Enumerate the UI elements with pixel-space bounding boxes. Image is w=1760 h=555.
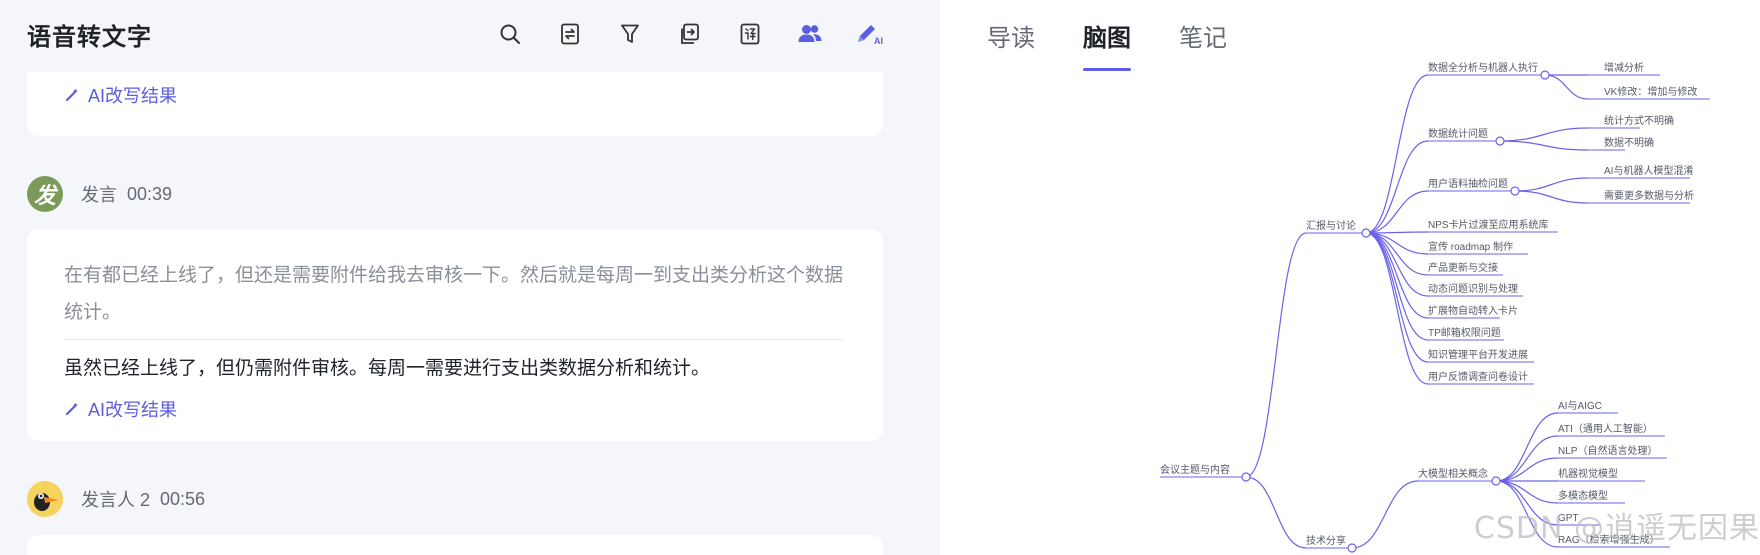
mindmap-topic[interactable]: 大模型相关概念	[1418, 467, 1488, 480]
mindmap-link	[1495, 412, 1559, 482]
search-button[interactable]	[480, 14, 540, 54]
mindmap-subtopic[interactable]: 数据不明确	[1604, 136, 1654, 149]
ai-rewrite-label: AI改写结果	[88, 400, 178, 420]
mindmap-topic[interactable]: 数据全分析与机器人执行	[1428, 61, 1538, 74]
export-button[interactable]	[660, 14, 720, 54]
mindmap-branch[interactable]: 技术分享	[1306, 534, 1346, 547]
mindmap-subtopic[interactable]: RAG（检索增强生成）	[1558, 533, 1660, 546]
filter-icon	[621, 24, 639, 43]
tab-notes[interactable]: 笔记	[1179, 18, 1227, 71]
mindmap-subtopic[interactable]: AI与机器人模型混淆	[1604, 164, 1693, 177]
mindmap-node[interactable]	[1495, 136, 1505, 146]
swap-button[interactable]	[540, 14, 600, 54]
mindmap-node[interactable]	[1361, 228, 1371, 238]
export-icon	[681, 23, 699, 44]
transcript-card: 在有都已经上线了，但还是需要附件给我去审核一下。然后就是每周一到支出类分析这个数…	[27, 229, 883, 441]
summary-panel: 会议主题与内容 汇报与讨论 数据全分析与机器人执行 数据统计问题用户语料抽检问题 NPS…	[940, 0, 1760, 555]
mindmap-link	[1365, 232, 1429, 341]
transcript-card	[27, 535, 883, 555]
mindmap-link	[1245, 476, 1307, 549]
mindmap-node[interactable]	[1241, 472, 1251, 482]
mindmap-topic[interactable]: 数据统计问题	[1428, 127, 1488, 140]
tab-guide[interactable]: 导读	[987, 18, 1035, 71]
magic-wand-icon	[65, 402, 78, 416]
translate-button[interactable]	[720, 14, 780, 54]
mindmap-subtopic[interactable]: 增减分析	[1604, 61, 1644, 74]
transcript-panel: AI改写结果 发 发言 00:39 在有都已经上线了，但还是需要附件给我去审核一…	[0, 0, 940, 555]
mindmap-link	[1495, 480, 1559, 504]
rewritten-text: 虽然已经上线了，但仍需附件审核。每周一需要进行支出类数据分析和统计。	[64, 358, 711, 379]
divider	[64, 339, 844, 340]
mindmap-link	[1499, 127, 1589, 142]
app-title: 语音转文字	[27, 24, 152, 51]
mindmap-link	[1365, 232, 1429, 385]
mindmap-node[interactable]	[1510, 186, 1520, 196]
avatar[interactable]	[27, 481, 63, 517]
timestamp[interactable]: 00:56	[160, 489, 205, 510]
mindmap-root[interactable]: 会议主题与内容	[1160, 463, 1230, 476]
mindmap-subtopic[interactable]: ATI（通用人工智能）	[1558, 422, 1653, 435]
toucan-avatar-icon	[27, 481, 63, 517]
view-tabs: 导读 脑图 笔记	[987, 18, 1227, 71]
mindmap-topic[interactable]: 用户语料抽检问题	[1428, 177, 1508, 190]
mindmap-link	[1365, 232, 1429, 363]
mindmap-link	[1351, 480, 1419, 549]
mindmap-link	[1365, 232, 1429, 276]
search-icon	[500, 24, 520, 44]
svg-text:AI: AI	[874, 36, 883, 46]
speaker-row: 发 发言 00:39	[27, 176, 172, 212]
speaker-row: 发言人 2 00:56	[27, 481, 205, 517]
ai-pen-button[interactable]: AI	[840, 14, 900, 54]
ai-rewrite-link[interactable]: AI改写结果	[64, 396, 177, 422]
ai-rewrite-label: AI改写结果	[88, 86, 178, 106]
mindmap-subtopic[interactable]: AI与AIGC	[1558, 400, 1602, 412]
mindmap-link	[1514, 190, 1589, 204]
speakers-button[interactable]	[780, 14, 840, 54]
magic-wand-icon	[65, 88, 78, 102]
mindmap-node[interactable]	[1540, 70, 1550, 80]
mindmap-link	[1514, 177, 1589, 192]
ai-rewrite-link[interactable]: AI改写结果	[64, 82, 177, 108]
header: 语音转文字 AI	[0, 0, 940, 72]
speakers-icon	[798, 25, 822, 42]
mindmap-subtopic[interactable]: NLP（自然语言处理）	[1558, 444, 1657, 457]
avatar[interactable]: 发	[27, 176, 63, 212]
mindmap-subtopic[interactable]: 需要更多数据与分析	[1604, 189, 1694, 202]
mindmap-subtopic[interactable]: GPT	[1558, 513, 1579, 524]
mindmap-topic[interactable]: 动态问题识别与处理	[1428, 282, 1518, 295]
mindmap-subtopic[interactable]: 机器视觉模型	[1558, 467, 1618, 480]
mindmap-topic[interactable]: TP邮箱权限问题	[1428, 326, 1501, 339]
mindmap-link	[1499, 140, 1589, 151]
mindmap-subtopic[interactable]: 多模态模型	[1558, 489, 1608, 502]
mindmap-node[interactable]	[1347, 543, 1357, 553]
ai-pen-icon: AI	[858, 25, 883, 46]
mindmap-subtopic[interactable]: VK修改：增加与修改	[1604, 85, 1697, 98]
tab-mindmap[interactable]: 脑图	[1083, 18, 1131, 71]
mindmap-topic[interactable]: 产品更新与交接	[1428, 261, 1498, 274]
mindmap-link	[1495, 480, 1559, 548]
mindmap-topic[interactable]: 用户反馈调查问卷设计	[1428, 370, 1528, 383]
mindmap-topic[interactable]: 扩展物自动转入卡片	[1428, 304, 1518, 317]
mindmap-topic[interactable]: 宣传 roadmap 制作	[1428, 240, 1513, 253]
mindmap-link	[1495, 480, 1559, 526]
mindmap-topic[interactable]: NPS卡片过渡至应用系统库	[1428, 218, 1549, 231]
original-text: 在有都已经上线了，但还是需要附件给我去审核一下。然后就是每周一到支出类分析这个数…	[64, 265, 844, 323]
mind-map[interactable]: 会议主题与内容 汇报与讨论 数据全分析与机器人执行数据统计问题用户语料抽检问题 NPS…	[940, 0, 1760, 555]
mindmap-link	[1365, 232, 1429, 319]
mindmap-link	[1495, 457, 1559, 482]
swap-icon	[561, 23, 579, 45]
mindmap-branch[interactable]: 汇报与讨论	[1306, 219, 1356, 232]
mindmap-topic[interactable]: 知识管理平台开发进展	[1428, 348, 1528, 361]
speaker-name[interactable]: 发言人 2	[81, 486, 150, 512]
translate-icon	[740, 23, 760, 45]
filter-button[interactable]	[600, 14, 660, 54]
toolbar: AI	[480, 14, 900, 54]
mindmap-link	[1365, 74, 1429, 234]
mindmap-link	[1245, 232, 1307, 478]
speaker-name[interactable]: 发言	[81, 181, 117, 207]
mindmap-subtopic[interactable]: 统计方式不明确	[1604, 114, 1674, 127]
timestamp[interactable]: 00:39	[127, 184, 172, 205]
mindmap-node[interactable]	[1491, 476, 1501, 486]
mindmap-link	[1544, 74, 1589, 100]
